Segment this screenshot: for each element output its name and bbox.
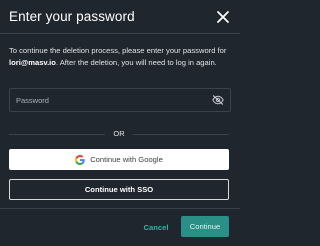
footer-divider bbox=[0, 208, 240, 209]
sso-button-label: Continue with SSO bbox=[84, 185, 154, 194]
or-label: OR bbox=[113, 129, 125, 138]
description-suffix: . After the deletion, you will need to l… bbox=[55, 57, 217, 67]
close-icon[interactable] bbox=[215, 9, 231, 25]
header-divider bbox=[0, 33, 240, 34]
google-button-label: Continue with Google bbox=[90, 155, 163, 164]
continue-button[interactable]: Continue bbox=[181, 216, 229, 237]
dialog-description: To continue the deletion process, please… bbox=[9, 45, 235, 68]
or-line-right bbox=[133, 134, 229, 135]
cancel-button[interactable]: Cancel bbox=[140, 218, 172, 236]
or-line-left bbox=[9, 134, 105, 135]
eye-off-icon[interactable] bbox=[212, 95, 224, 105]
continue-with-sso-button[interactable]: Continue with SSO bbox=[9, 179, 229, 200]
password-field[interactable] bbox=[9, 88, 231, 112]
account-email: lori@masv.io bbox=[9, 57, 56, 67]
google-icon bbox=[75, 154, 85, 165]
description-prefix: To continue the deletion process, please… bbox=[9, 46, 227, 55]
password-input[interactable] bbox=[16, 89, 206, 111]
continue-with-google-button[interactable]: Continue with Google bbox=[9, 149, 229, 170]
or-divider: OR bbox=[9, 129, 229, 139]
password-dialog: Enter your password To continue the dele… bbox=[0, 0, 240, 246]
dialog-title: Enter your password bbox=[9, 9, 135, 24]
